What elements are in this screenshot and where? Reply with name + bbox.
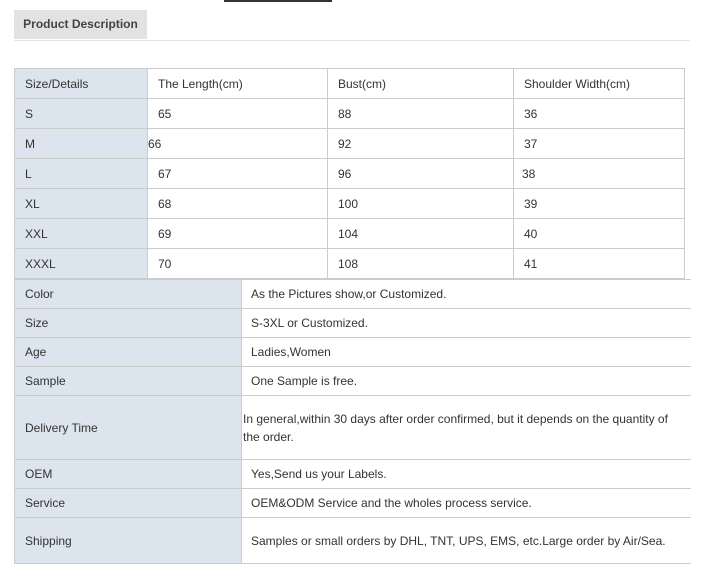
bust-cell: 100 [327, 188, 514, 219]
table-row: XL 68 100 39 [14, 188, 685, 219]
info-key-delivery-time: Delivery Time [14, 395, 242, 460]
size-chart-header-row: Size/Details The Length(cm) Bust(cm) Sho… [14, 68, 685, 99]
shoulder-cell: 40 [513, 218, 685, 249]
info-key-age: Age [14, 337, 242, 367]
length-cell: 68 [147, 188, 328, 219]
length-cell: 69 [147, 218, 328, 249]
description-tab-bar: Product Description [14, 10, 690, 41]
bust-cell: 96 [327, 158, 514, 189]
info-value-oem: Yes,Send us your Labels. [241, 459, 691, 489]
size-cell: XXXL [14, 248, 148, 279]
info-row-size: Size S-3XL or Customized. [14, 308, 691, 338]
header-bust: Bust(cm) [327, 68, 514, 99]
shoulder-cell: 37 [513, 128, 685, 159]
length-cell: 66 [147, 128, 328, 159]
length-cell: 70 [147, 248, 328, 279]
info-row-service: Service OEM&ODM Service and the wholes p… [14, 488, 691, 518]
info-value-service: OEM&ODM Service and the wholes process s… [241, 488, 691, 518]
table-row: L 67 96 38 [14, 158, 685, 189]
info-row-sample: Sample One Sample is free. [14, 366, 691, 396]
info-row-shipping: Shipping Samples or small orders by DHL,… [14, 517, 691, 564]
table-row: M 66 92 37 [14, 128, 685, 159]
info-key-sample: Sample [14, 366, 242, 396]
shoulder-cell: 41 [513, 248, 685, 279]
table-row: XXL 69 104 40 [14, 218, 685, 249]
size-cell: S [14, 98, 148, 129]
info-key-oem: OEM [14, 459, 242, 489]
product-info-table: Color As the Pictures show,or Customized… [14, 279, 691, 564]
info-row-age: Age Ladies,Women [14, 337, 691, 367]
bust-cell: 104 [327, 218, 514, 249]
size-cell: XXL [14, 218, 148, 249]
top-underline-fragment [224, 0, 332, 2]
tab-product-description[interactable]: Product Description [14, 10, 147, 39]
bust-cell: 88 [327, 98, 514, 129]
info-value-color: As the Pictures show,or Customized. [241, 279, 691, 309]
table-row: XXXL 70 108 41 [14, 248, 685, 279]
header-length: The Length(cm) [147, 68, 328, 99]
length-cell: 67 [147, 158, 328, 189]
info-row-oem: OEM Yes,Send us your Labels. [14, 459, 691, 489]
info-value-sample: One Sample is free. [241, 366, 691, 396]
info-key-size: Size [14, 308, 242, 338]
info-key-shipping: Shipping [14, 517, 242, 564]
info-value-delivery-time: In general,within 30 days after order co… [241, 395, 691, 460]
bust-cell: 92 [327, 128, 514, 159]
info-value-age: Ladies,Women [241, 337, 691, 367]
header-shoulder-width: Shoulder Width(cm) [513, 68, 685, 99]
size-chart-table: Size/Details The Length(cm) Bust(cm) Sho… [14, 68, 685, 279]
shoulder-cell: 36 [513, 98, 685, 129]
info-value-size: S-3XL or Customized. [241, 308, 691, 338]
header-size-details: Size/Details [14, 68, 148, 99]
info-key-service: Service [14, 488, 242, 518]
bust-cell: 108 [327, 248, 514, 279]
size-cell: L [14, 158, 148, 189]
length-cell: 65 [147, 98, 328, 129]
shoulder-cell: 38 [513, 158, 685, 189]
size-cell: XL [14, 188, 148, 219]
info-key-color: Color [14, 279, 242, 309]
info-value-shipping: Samples or small orders by DHL, TNT, UPS… [241, 517, 691, 564]
info-row-color: Color As the Pictures show,or Customized… [14, 279, 691, 309]
info-row-delivery-time: Delivery Time In general,within 30 days … [14, 395, 691, 460]
size-cell: M [14, 128, 148, 159]
table-row: S 65 88 36 [14, 98, 685, 129]
shoulder-cell: 39 [513, 188, 685, 219]
